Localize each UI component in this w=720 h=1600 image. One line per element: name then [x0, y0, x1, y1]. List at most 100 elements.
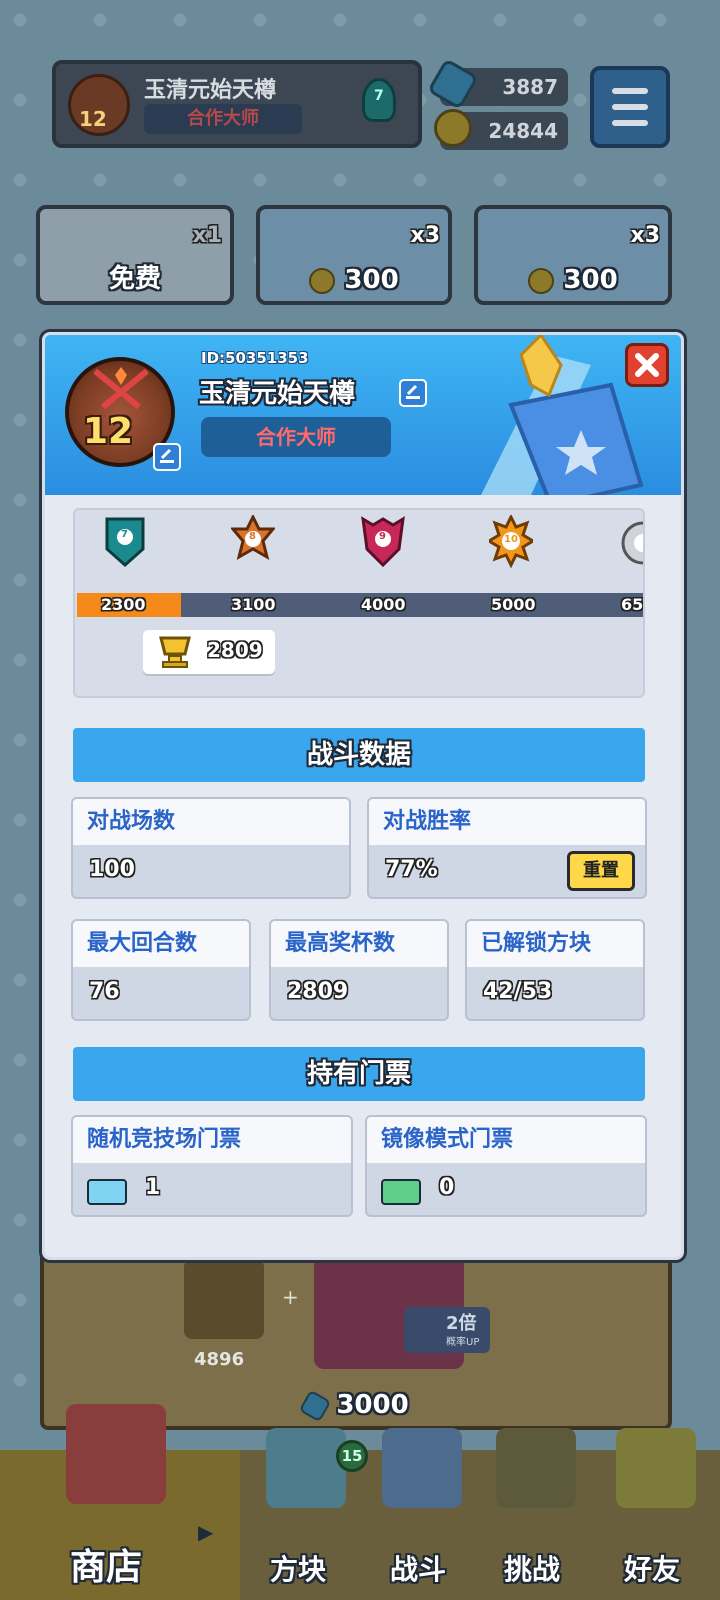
stat-label: 最高奖杯数	[271, 921, 447, 967]
plus-icon: +	[282, 1285, 299, 1309]
stat-value: 100	[89, 857, 135, 882]
nav-tab-shop[interactable]: 商店 ▶	[0, 1404, 240, 1600]
milestone-trophies: 65	[621, 595, 644, 614]
price-label: 免费	[108, 264, 161, 294]
stat-card-max-rounds: 最大回合数 76	[71, 919, 251, 1021]
menu-icon-line	[612, 120, 648, 126]
price-value: 300	[344, 265, 399, 295]
rank-number: 8	[249, 531, 256, 542]
nav-label-shop: 商店	[70, 1547, 143, 1588]
stat-value: 42/53	[483, 979, 553, 1004]
stat-label: 已解锁方块	[467, 921, 643, 967]
nav-label-blocks: 方块	[270, 1553, 327, 1586]
trophy-road[interactable]: 7 8 9 10 2300 3100 4000 5000 65 2809	[73, 508, 645, 698]
ticket-card-random-arena: 随机竞技场门票 1	[71, 1115, 353, 1217]
bonus-subtext: 概率UP	[446, 1337, 480, 1348]
rank-badge-icon: 7	[362, 78, 396, 122]
edit-avatar-icon[interactable]	[153, 443, 181, 471]
stat-card-unlocked-blocks: 已解锁方块 42/53	[465, 919, 645, 1021]
gold-cart-icon	[184, 1259, 264, 1339]
rank-9-badge-icon	[361, 516, 405, 568]
play-arrow-icon: ▶	[198, 1520, 214, 1544]
bottom-nav: 商店 ▶ 15 方块 战斗 挑战 好友	[0, 1404, 720, 1600]
shop-icon	[66, 1404, 166, 1504]
shop-card-free[interactable]: x1 免费	[36, 205, 234, 305]
edit-name-icon[interactable]	[399, 379, 427, 407]
stat-value: 77%	[385, 857, 438, 882]
player-id: ID:50351353	[201, 349, 309, 367]
ticket-label: 随机竞技场门票	[73, 1117, 351, 1163]
stat-label: 对战场数	[73, 799, 349, 845]
friends-icon	[616, 1428, 696, 1508]
rank-number: 9	[379, 531, 386, 542]
challenge-icon	[496, 1428, 576, 1508]
rank-11-badge-icon	[621, 521, 643, 565]
rank-number: 7	[121, 529, 128, 540]
pencil-icon	[406, 384, 420, 399]
rank-badge-icon: 7	[103, 515, 147, 569]
menu-button[interactable]	[590, 66, 670, 148]
crossed-swords-icon	[93, 367, 149, 410]
profile-modal: 12 ID:50351353 玉清元始天樽 合作大师 7 8 9 10 2300…	[42, 332, 684, 1260]
rank-badge-icon: 9	[361, 515, 405, 569]
menu-icon-line	[612, 104, 648, 110]
level-number: 12	[79, 107, 107, 131]
rank-7-badge-icon	[105, 517, 145, 568]
pencil-icon	[160, 448, 174, 463]
item-quantity: x1	[192, 223, 223, 248]
avatar: 12	[68, 74, 130, 136]
bonus-tag: 2倍 概率UP	[404, 1307, 490, 1353]
stat-label: 对战胜率	[369, 799, 645, 845]
nav-label-challenge: 挑战	[504, 1553, 561, 1586]
close-icon	[635, 353, 659, 377]
player-title[interactable]: 合作大师	[201, 417, 391, 457]
shop-card-2[interactable]: x3 300	[256, 205, 452, 305]
item-quantity: x3	[410, 223, 441, 248]
rank-badge-icon: 10	[486, 513, 536, 569]
battle-data-header: 战斗数据	[73, 728, 645, 782]
player-title: 合作大师	[144, 104, 302, 134]
milestone-trophies: 4000	[361, 595, 406, 614]
stat-label: 最大回合数	[73, 921, 249, 967]
price-value: 300	[563, 265, 618, 295]
current-trophies-value: 2809	[207, 638, 263, 662]
battle-icon	[382, 1428, 462, 1508]
gold-coin-icon	[528, 267, 555, 294]
rank-number: 10	[504, 534, 518, 545]
stat-card-winrate: 对战胜率 77% 重置	[367, 797, 647, 899]
price-label: 300	[260, 265, 448, 295]
blue-ticket-icon	[87, 1179, 127, 1205]
rank-badge-icon: 8	[229, 513, 277, 569]
tickets-header: 持有门票	[73, 1047, 645, 1101]
milestone-trophies: 2300	[101, 595, 146, 614]
bundle-gold-amount: 4896	[194, 1349, 245, 1370]
close-button[interactable]	[625, 343, 669, 387]
gem-counter[interactable]: 3887	[427, 58, 568, 110]
gem-icon	[298, 1389, 332, 1422]
block-icon	[266, 1428, 346, 1508]
ticket-label: 镜像模式门票	[367, 1117, 645, 1163]
rank-badge-number: 7	[374, 88, 384, 104]
ticket-card-mirror-mode: 镜像模式门票 0	[365, 1115, 647, 1217]
gold-counter[interactable]: 24844	[434, 109, 568, 150]
ticket-count: 1	[145, 1175, 161, 1200]
reset-button[interactable]: 重置	[567, 851, 635, 891]
profile-bar[interactable]: 12 玉清元始天樽 合作大师 7	[52, 60, 422, 148]
player-name: 玉清元始天樽	[144, 78, 277, 103]
gem-value: 3887	[502, 75, 558, 99]
shop-card-3[interactable]: x3 300	[474, 205, 672, 305]
current-trophies: 2809	[143, 630, 275, 674]
level-number: 12	[83, 411, 134, 452]
milestone-trophies: 3100	[231, 595, 276, 614]
rank-badge-icon	[617, 515, 643, 569]
player-name: 玉清元始天樽	[199, 379, 356, 409]
rank-8-badge-icon	[229, 513, 277, 561]
gold-value: 24844	[488, 119, 558, 143]
milestone-trophies: 5000	[491, 595, 536, 614]
gold-coin-icon	[434, 109, 472, 147]
stat-card-max-trophies: 最高奖杯数 2809	[269, 919, 449, 1021]
menu-icon-line	[612, 88, 648, 94]
bonus-multiplier: 2倍	[446, 1313, 477, 1334]
nav-label-battle: 战斗	[390, 1553, 447, 1586]
bundle-price-value: 3000	[336, 1390, 409, 1420]
